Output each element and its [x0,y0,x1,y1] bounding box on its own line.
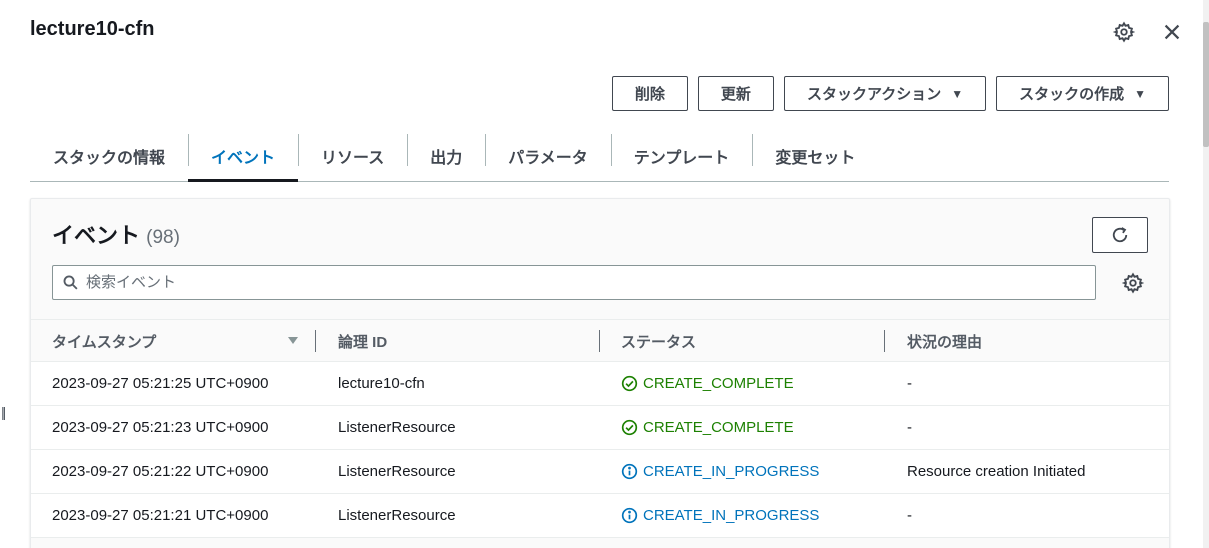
events-panel: イベント (98) タイムスタンプ 論理 ID ステータス 状況の理由 2023… [30,198,1170,548]
cell-reason: Resource creation Initiated [907,463,1086,480]
tab-label: 変更セット [775,150,856,167]
events-heading: イベント (98) [52,218,180,250]
tab-label: スタックの情報 [53,150,166,167]
caret-down-icon: ▼ [951,86,964,101]
close-icon[interactable] [1161,21,1183,43]
column-header-timestamp[interactable]: タイムスタンプ [52,320,156,362]
cell-status: CREATE_COMPLETE [621,406,794,449]
column-header-label: 状況の理由 [907,333,983,351]
events-title: イベント [52,223,141,248]
column-header-label: ステータス [621,333,697,351]
cell-status: CREATE_IN_PROGRESS [621,450,819,493]
info-circle-icon [621,507,638,524]
column-header-label: タイムスタンプ [52,333,157,351]
cell-timestamp: 2023-09-27 05:21:21 UTC+0900 [52,507,269,524]
page-title: lecture10-cfn [30,18,155,40]
table-row: 2023-09-27 05:21:22 UTC+0900 ListenerRes… [31,450,1169,494]
gear-icon[interactable] [1122,272,1144,294]
tab-parameters[interactable]: パラメータ [485,131,611,181]
cell-reason: - [907,419,912,436]
tab-stack-info[interactable]: スタックの情報 [30,131,188,181]
column-divider[interactable] [884,330,885,352]
status-text: CREATE_COMPLETE [643,419,794,436]
caret-down-icon: ▼ [1134,86,1146,101]
create-stack-dropdown[interactable]: スタックの作成 ▼ [996,76,1169,111]
cell-logical-id: ListenerResource [338,419,456,436]
column-divider[interactable] [599,330,600,352]
table-row: 2023-09-27 05:21:25 UTC+0900 lecture10-c… [31,362,1169,406]
update-button-label: 更新 [720,86,751,103]
tab-change-sets[interactable]: 変更セット [752,131,878,181]
delete-button-label: 削除 [634,86,665,103]
status-text: CREATE_IN_PROGRESS [643,463,820,480]
cell-reason: - [907,375,912,392]
column-divider[interactable] [315,330,316,352]
cell-status: CREATE_IN_PROGRESS [621,494,819,537]
tab-template[interactable]: テンプレート [610,131,753,181]
search-input[interactable] [86,274,986,291]
status-text: CREATE_IN_PROGRESS [643,507,820,524]
column-header-status[interactable]: ステータス [621,320,696,362]
column-header-label: 論理 ID [338,333,388,351]
cell-logical-id: ListenerResource [338,507,456,524]
stack-tabs: スタックの情報 イベント リソース 出力 パラメータ テンプレート 変更セット [30,131,1169,182]
scrollbar[interactable] [1203,0,1209,548]
cell-timestamp: 2023-09-27 05:21:25 UTC+0900 [52,375,269,392]
check-circle-icon [621,375,638,392]
tab-label: パラメータ [508,150,588,167]
stack-actions-label: スタックアクション [806,86,942,103]
cell-logical-id: lecture10-cfn [338,375,425,392]
delete-button[interactable]: 削除 [611,76,688,111]
update-button[interactable]: 更新 [697,76,774,111]
events-count: (98) [146,227,180,248]
stack-actions-dropdown[interactable]: スタックアクション ▼ [783,76,987,111]
tab-resources[interactable]: リソース [298,131,407,181]
scrollbar-thumb[interactable] [1203,22,1209,147]
cell-timestamp: 2023-09-27 05:21:23 UTC+0900 [52,419,269,436]
tab-events[interactable]: イベント [188,131,299,182]
cell-reason: - [907,507,912,524]
search-field[interactable] [52,265,1096,300]
table-row: 2023-09-27 05:21:23 UTC+0900 ListenerRes… [31,406,1169,450]
tab-label: テンプレート [633,150,730,167]
table-header: タイムスタンプ 論理 ID ステータス 状況の理由 [31,319,1169,362]
tab-label: 出力 [430,150,463,167]
table-row: 2023-09-27 05:21:21 UTC+0900 ListenerRes… [31,494,1169,538]
gear-icon[interactable] [1113,21,1135,43]
search-icon [63,275,78,290]
column-header-logical-id[interactable]: 論理 ID [338,320,387,362]
tab-outputs[interactable]: 出力 [407,131,485,181]
status-text: CREATE_COMPLETE [643,375,794,392]
cell-timestamp: 2023-09-27 05:21:22 UTC+0900 [52,463,269,480]
resize-handle[interactable]: || [1,404,6,420]
sort-desc-icon[interactable] [287,335,299,347]
info-circle-icon [621,463,638,480]
cell-logical-id: ListenerResource [338,463,456,480]
cell-status: CREATE_COMPLETE [621,362,794,405]
check-circle-icon [621,419,638,436]
create-stack-label: スタックの作成 [1019,86,1125,103]
refresh-button[interactable] [1092,217,1148,253]
column-header-reason[interactable]: 状況の理由 [907,320,982,362]
refresh-icon [1112,227,1128,243]
stack-actions-bar: 削除 更新 スタックアクション ▼ スタックの作成 ▼ [611,76,1169,111]
tab-label: リソース [321,150,385,167]
tab-label: イベント [211,150,276,167]
